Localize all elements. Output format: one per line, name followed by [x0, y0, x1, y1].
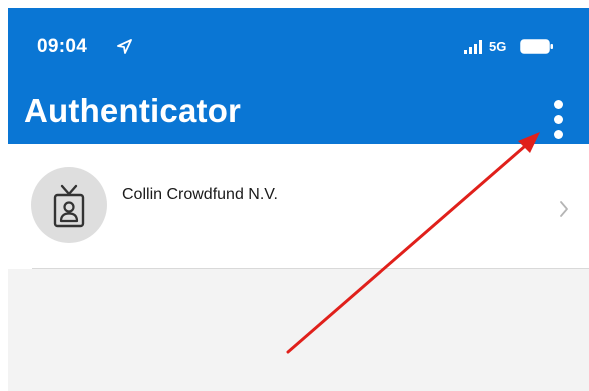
avatar: [31, 167, 107, 243]
network-type: 5G: [489, 39, 507, 54]
status-time: 09:04: [37, 36, 88, 57]
account-name: Collin Crowdfund N.V.: [122, 186, 278, 203]
frame-border-left: [0, 0, 8, 391]
id-badge-icon: [53, 184, 85, 228]
account-list: Collin Crowdfund N.V.: [8, 144, 589, 391]
account-list-item[interactable]: Collin Crowdfund N.V.: [8, 144, 589, 268]
frame-border-top: [0, 0, 589, 8]
chevron-right-icon: [560, 201, 568, 217]
status-bar: 09:04 5G: [8, 8, 589, 76]
app-header: 09:04 5G Authenticator: [8, 8, 589, 144]
signal-bars-icon: [464, 40, 482, 54]
more-vertical-icon-dot: [554, 115, 563, 124]
more-options-button[interactable]: [546, 98, 572, 144]
page-title: Authenticator: [24, 92, 242, 129]
authenticator-screen: 09:04 5G Authenticator Collin Crowdfund …: [0, 0, 589, 391]
more-vertical-icon-dot: [554, 130, 563, 139]
more-vertical-icon: [554, 100, 563, 109]
empty-list-space: [8, 269, 589, 391]
location-arrow-icon: [117, 39, 132, 54]
battery-icon: [520, 39, 553, 54]
